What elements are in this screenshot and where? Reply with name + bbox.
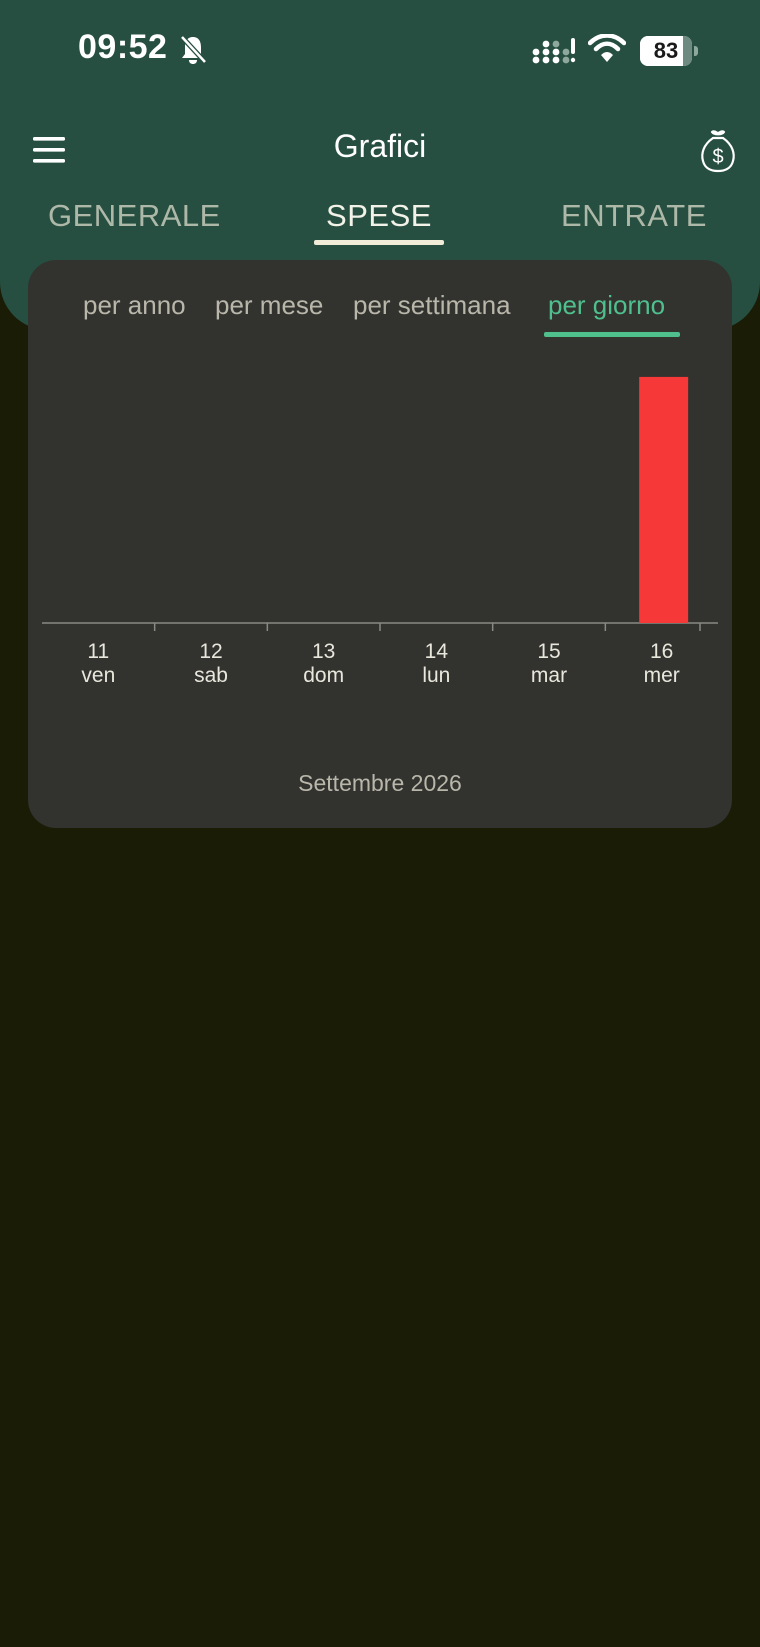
period-tab-settimana-label: per settimana bbox=[353, 290, 511, 320]
x-tick-label: 11 bbox=[87, 640, 109, 663]
x-tick-sublabel: lun bbox=[422, 664, 450, 687]
active-tab-indicator bbox=[314, 240, 444, 245]
bar-16 bbox=[639, 376, 689, 623]
page-title: Grafici bbox=[333, 128, 427, 164]
battery-level: 83 bbox=[653, 38, 679, 63]
active-period-indicator bbox=[544, 332, 680, 337]
status-bar: 09:52 83 bbox=[0, 0, 760, 100]
x-tick-sublabel: sab bbox=[194, 664, 228, 687]
daily-expense-chart: 11ven 12sab 13dom 14lun 15mar 16mer bbox=[42, 376, 718, 687]
x-tick-sublabel: mar bbox=[531, 664, 567, 687]
period-tab-anno-label: per anno bbox=[83, 290, 186, 320]
tab-spese-label: SPESE bbox=[326, 198, 432, 233]
tab-generale[interactable]: GENERALE bbox=[48, 198, 220, 234]
money-bag-icon[interactable]: $ bbox=[698, 128, 738, 174]
x-tick-sublabel: mer bbox=[644, 664, 680, 687]
tab-generale-label: GENERALE bbox=[48, 198, 221, 233]
x-tick-label: 16 bbox=[650, 640, 673, 663]
period-tab-mese-label: per mese bbox=[215, 290, 324, 320]
period-tab-anno[interactable]: per anno bbox=[83, 290, 186, 321]
x-tick-label: 12 bbox=[199, 640, 222, 663]
x-tick-label: 15 bbox=[537, 640, 560, 663]
x-tick-label: 13 bbox=[312, 640, 335, 663]
tab-entrate[interactable]: ENTRATE bbox=[556, 198, 712, 234]
period-tab-settimana[interactable]: per settimana bbox=[353, 290, 511, 321]
chart-card: per anno per mese per settimana per gior… bbox=[28, 260, 732, 828]
battery-body: 83 bbox=[640, 36, 692, 66]
x-tick-label: 14 bbox=[425, 640, 449, 663]
tab-spese[interactable]: SPESE bbox=[314, 198, 444, 234]
x-tick-sublabel: ven bbox=[81, 664, 115, 687]
period-tab-mese[interactable]: per mese bbox=[215, 290, 323, 321]
status-time: 09:52 bbox=[78, 28, 168, 66]
battery-icon: 83 bbox=[640, 36, 698, 66]
period-tab-giorno[interactable]: per giorno bbox=[548, 290, 665, 321]
signal-icon bbox=[532, 38, 576, 64]
bell-muted-icon bbox=[180, 35, 207, 64]
period-tab-giorno-label: per giorno bbox=[548, 290, 666, 320]
x-tick-sublabel: dom bbox=[303, 664, 344, 687]
wifi-icon bbox=[588, 34, 626, 62]
svg-text:$: $ bbox=[712, 146, 723, 168]
tab-entrate-label: ENTRATE bbox=[561, 198, 707, 233]
chart-period-label: Settembre 2026 bbox=[298, 770, 462, 796]
battery-tip bbox=[694, 46, 698, 56]
